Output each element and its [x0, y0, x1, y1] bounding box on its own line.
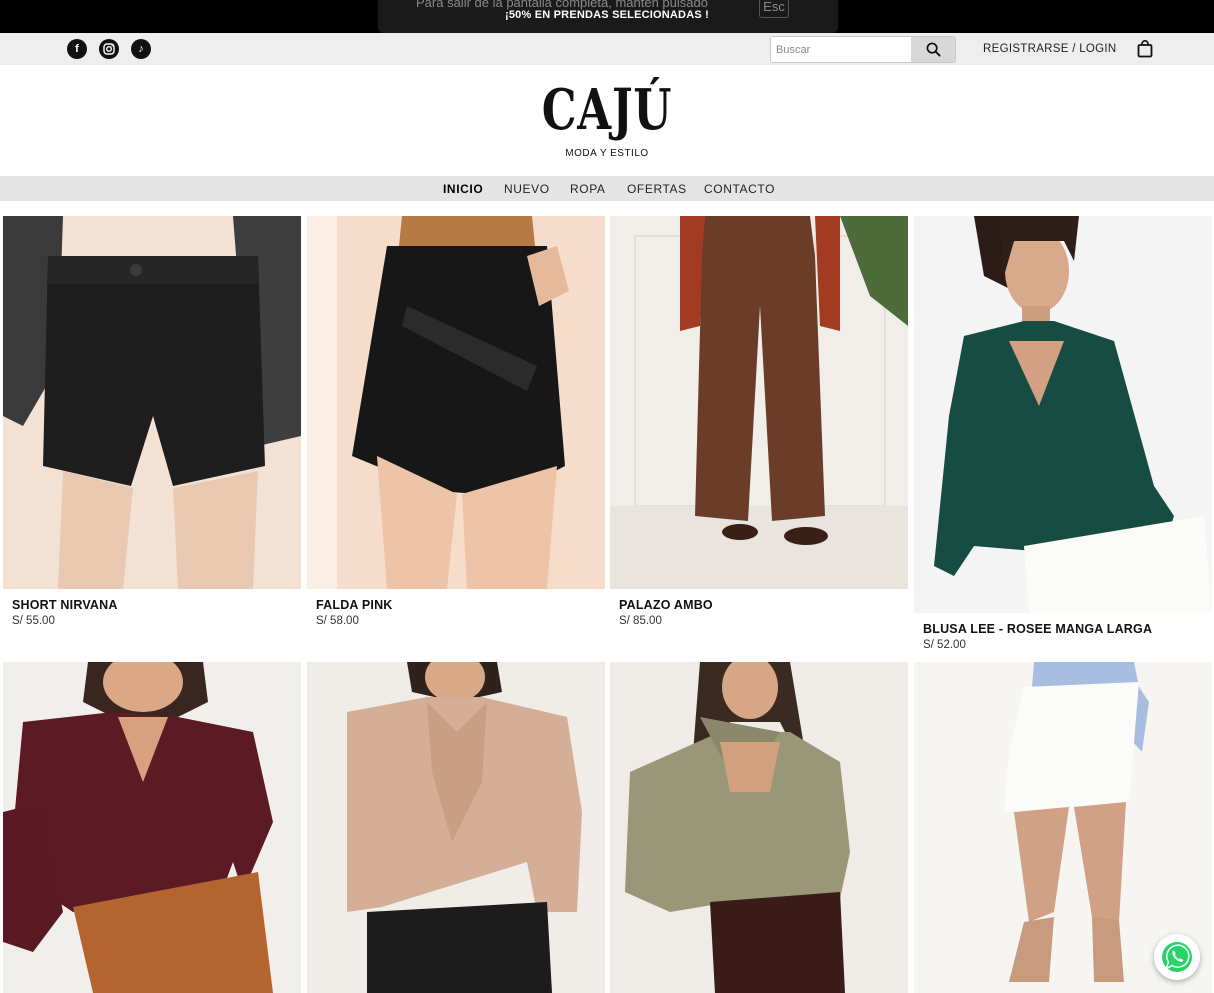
search-box [770, 36, 956, 63]
search-input[interactable] [771, 37, 911, 62]
whatsapp-icon [1162, 942, 1192, 972]
product-card[interactable]: BLUSA LEE - ROSEE MANGA LARGA S/ 52.00 [914, 216, 1212, 656]
product-photo-beige-blouse [307, 662, 605, 993]
product-image[interactable] [307, 216, 605, 589]
brand-logo[interactable]: CAJÚ MODA Y ESTILO [507, 74, 707, 169]
top-utility-bar: f ♪ REGISTRARSE / LOGIN [0, 33, 1214, 65]
product-name[interactable]: BLUSA LEE - ROSEE MANGA LARGA [923, 622, 1152, 636]
product-image[interactable] [3, 216, 301, 589]
product-image[interactable] [3, 662, 301, 993]
product-name[interactable]: FALDA PINK [316, 598, 393, 612]
nav-contacto[interactable]: CONTACTO [704, 182, 775, 196]
product-price: S/ 85.00 [619, 615, 662, 627]
product-card[interactable] [307, 662, 605, 993]
instagram-glyph [103, 43, 115, 55]
product-name[interactable]: PALAZO AMBO [619, 598, 713, 612]
search-icon [926, 42, 941, 57]
product-photo-short-nirvana [3, 216, 301, 589]
product-photo-palazo-ambo [610, 216, 908, 589]
product-price: S/ 55.00 [12, 615, 55, 627]
tiktok-icon[interactable]: ♪ [131, 39, 151, 59]
main-nav: INICIO NUEVO ROPA OFERTAS CONTACTO [0, 176, 1214, 201]
product-price: S/ 58.00 [316, 615, 359, 627]
product-card[interactable] [610, 662, 908, 993]
product-photo-olive-knit [610, 662, 908, 993]
product-photo-falda-pink [307, 216, 605, 589]
shopping-bag-icon[interactable] [1136, 40, 1154, 58]
announcement-bar: Para salir de la pantalla completa, mant… [0, 0, 1214, 33]
nav-nuevo[interactable]: NUEVO [504, 182, 550, 196]
product-card[interactable] [3, 662, 301, 993]
product-photo-blusa-lee [914, 216, 1212, 613]
instagram-icon[interactable] [99, 39, 119, 59]
product-photo-burgundy-top [3, 662, 301, 993]
announcement-text: ¡50% EN PRENDAS SELECIONADAS ! [504, 9, 710, 21]
register-login-link[interactable]: REGISTRARSE / LOGIN [983, 43, 1117, 55]
nav-inicio[interactable]: INICIO [443, 182, 483, 196]
search-button[interactable] [911, 37, 955, 62]
nav-ofertas[interactable]: OFERTAS [627, 182, 687, 196]
nav-ropa[interactable]: ROPA [570, 182, 606, 196]
product-image[interactable] [914, 216, 1212, 613]
product-name[interactable]: SHORT NIRVANA [12, 598, 118, 612]
facebook-icon[interactable]: f [67, 39, 87, 59]
product-image[interactable] [307, 662, 605, 993]
product-image[interactable] [610, 662, 908, 993]
product-price: S/ 52.00 [923, 639, 966, 651]
product-image[interactable] [610, 216, 908, 589]
product-card[interactable]: FALDA PINK S/ 58.00 [307, 216, 605, 636]
product-card[interactable]: SHORT NIRVANA S/ 55.00 [3, 216, 301, 636]
whatsapp-button[interactable] [1154, 934, 1200, 980]
product-card[interactable]: PALAZO AMBO S/ 85.00 [610, 216, 908, 636]
brand-name: CAJÚ [541, 77, 673, 143]
brand-tagline: MODA Y ESTILO [565, 148, 649, 159]
